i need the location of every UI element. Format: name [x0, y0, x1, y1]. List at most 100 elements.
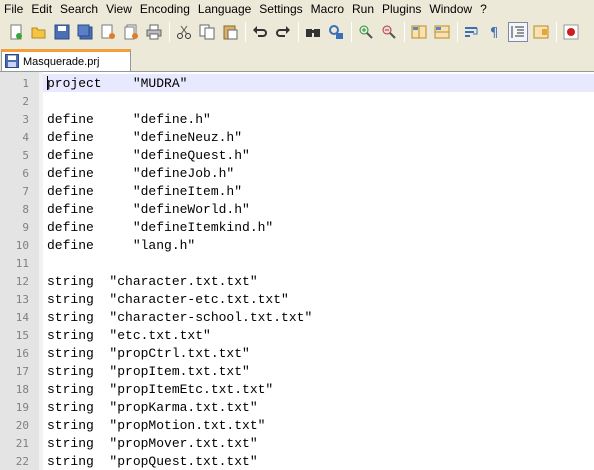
code-line[interactable]: 7 define "defineItem.h" [0, 182, 594, 200]
line-number: 17 [15, 364, 29, 378]
code-text: string "etc.txt.txt" [47, 327, 211, 343]
find-icon[interactable] [303, 22, 323, 42]
sync-vertical-icon[interactable] [409, 22, 429, 42]
text-caret [47, 76, 48, 90]
record-macro-icon[interactable] [561, 22, 581, 42]
code-line[interactable]: 3 define "define.h" [0, 110, 594, 128]
line-number: 18 [15, 382, 29, 396]
menu-view[interactable]: View [104, 0, 138, 19]
menu-search[interactable]: Search [58, 0, 104, 19]
toolbar-separator [457, 21, 458, 42]
code-line[interactable]: 1 project "MUDRA" [0, 74, 594, 92]
code-line[interactable]: 15 string "etc.txt.txt" [0, 326, 594, 344]
indent-guide-icon[interactable] [508, 21, 528, 42]
code-text: define "defineQuest.h" [47, 147, 250, 163]
code-line[interactable]: 6 define "defineJob.h" [0, 164, 594, 182]
document-map-icon[interactable] [531, 22, 551, 42]
redo-icon[interactable] [273, 22, 293, 42]
save-icon[interactable] [52, 22, 72, 42]
code-line[interactable]: 9 define "defineItemkind.h" [0, 218, 594, 236]
code-line[interactable]: 18 string "propItemEtc.txt.txt" [0, 380, 594, 398]
tab-masquerade-prj[interactable]: Masquerade.prj [1, 49, 131, 72]
menu-settings[interactable]: Settings [257, 0, 308, 19]
code-text: string "propCtrl.txt.txt" [47, 345, 250, 361]
zoom-in-icon[interactable] [356, 22, 376, 42]
tab-bar: Masquerade.prj [0, 44, 594, 72]
code-line[interactable]: 12 string "character.txt.txt" [0, 272, 594, 290]
toolbar-separator [169, 21, 170, 42]
code-line[interactable]: 13 string "character-etc.txt.txt" [0, 290, 594, 308]
zoom-out-icon[interactable] [379, 22, 399, 42]
replace-icon[interactable] [326, 22, 346, 42]
code-line[interactable]: 22 string "propQuest.txt.txt" [0, 452, 594, 470]
code-line[interactable]: 8 define "defineWorld.h" [0, 200, 594, 218]
code-line[interactable]: 2 [0, 92, 594, 110]
undo-icon[interactable] [250, 22, 270, 42]
show-all-characters-icon[interactable]: ¶ [485, 22, 505, 42]
line-number: 11 [15, 256, 29, 270]
line-number: 1 [22, 76, 29, 90]
code-text: define "defineNeuz.h" [47, 129, 243, 145]
menu-macro[interactable]: Macro [309, 0, 350, 19]
code-line[interactable]: 10 define "lang.h" [0, 236, 594, 254]
code-line[interactable]: 11 [0, 254, 594, 272]
code-line[interactable]: 5 define "defineQuest.h" [0, 146, 594, 164]
line-number: 21 [15, 436, 29, 450]
menu-run[interactable]: Run [350, 0, 380, 19]
code-line[interactable]: 16 string "propCtrl.txt.txt" [0, 344, 594, 362]
code-text: string "propMotion.txt.txt" [47, 417, 266, 433]
cut-icon[interactable] [174, 22, 194, 42]
toolbar-separator [404, 21, 405, 42]
code-line[interactable]: 19 string "propKarma.txt.txt" [0, 398, 594, 416]
code-line[interactable]: 14 string "character-school.txt.txt" [0, 308, 594, 326]
code-text: string "character-etc.txt.txt" [47, 291, 289, 307]
line-number: 15 [15, 328, 29, 342]
code-editor[interactable]: 1 project "MUDRA" 2 3 define "define.h" 4 defi… [0, 72, 594, 470]
svg-text:¶: ¶ [490, 26, 498, 40]
sync-horizontal-icon[interactable] [432, 22, 452, 42]
menu-plugins[interactable]: Plugins [380, 0, 427, 19]
menu-window[interactable]: Window [427, 0, 478, 19]
close-icon[interactable] [98, 22, 118, 42]
code-text: define "defineItemkind.h" [47, 219, 274, 235]
code-text: string "propItemEtc.txt.txt" [47, 381, 274, 397]
menu-encoding[interactable]: Encoding [138, 0, 196, 19]
line-number: 9 [22, 220, 29, 234]
code-text: string "character-school.txt.txt" [47, 309, 313, 325]
toolbar: ¶ [0, 19, 594, 44]
toolbar-separator [245, 21, 246, 42]
code-line[interactable]: 4 define "defineNeuz.h" [0, 128, 594, 146]
line-number: 22 [15, 454, 29, 468]
close-all-icon[interactable] [121, 22, 141, 42]
code-text: define "defineWorld.h" [47, 201, 250, 217]
menu-help[interactable]: ? [478, 0, 493, 19]
code-line[interactable]: 21 string "propMover.txt.txt" [0, 434, 594, 452]
code-text: define "lang.h" [47, 237, 196, 253]
save-all-icon[interactable] [75, 22, 95, 42]
line-number: 12 [15, 274, 29, 288]
paste-icon[interactable] [220, 22, 240, 42]
code-text: define "define.h" [47, 111, 211, 127]
code-text: string "propMover.txt.txt" [47, 435, 258, 451]
menu-language[interactable]: Language [196, 0, 257, 19]
toolbar-separator [351, 21, 352, 42]
new-file-icon[interactable] [6, 22, 26, 42]
line-number: 16 [15, 346, 29, 360]
line-number: 13 [15, 292, 29, 306]
line-number: 7 [22, 184, 29, 198]
menu-file[interactable]: File [2, 0, 29, 19]
code-line[interactable]: 20 string "propMotion.txt.txt" [0, 416, 594, 434]
print-icon[interactable] [144, 22, 164, 42]
code-line[interactable]: 17 string "propItem.txt.txt" [0, 362, 594, 380]
word-wrap-icon[interactable] [462, 22, 482, 42]
line-number: 14 [15, 310, 29, 324]
copy-icon[interactable] [197, 22, 217, 42]
line-number: 2 [22, 94, 29, 108]
code-text: project "MUDRA" [47, 75, 188, 91]
open-file-icon[interactable] [29, 22, 49, 42]
line-number: 10 [15, 238, 29, 252]
line-number: 20 [15, 418, 29, 432]
code-text: string "propKarma.txt.txt" [47, 399, 258, 415]
line-number: 4 [22, 130, 29, 144]
menu-edit[interactable]: Edit [29, 0, 58, 19]
